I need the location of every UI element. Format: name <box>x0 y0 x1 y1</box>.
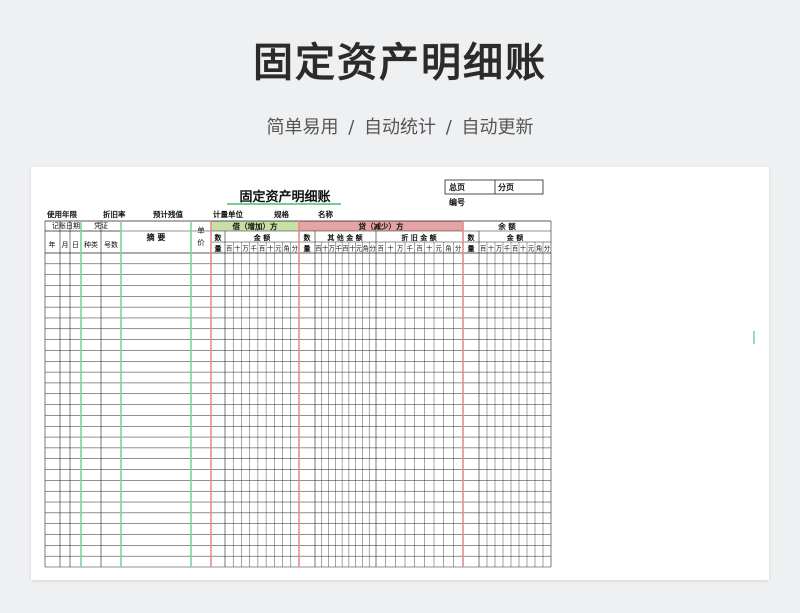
kind-header: 种类 <box>84 240 98 249</box>
digit-label: 十 <box>349 244 355 253</box>
digit-label: 十 <box>267 244 273 253</box>
digit-label: 分 <box>292 244 299 253</box>
digit-label: 百 <box>416 245 422 253</box>
info-field-3: 计量单位 <box>213 209 243 219</box>
balance-amount-header: 金 额 <box>506 233 523 242</box>
summary-header: 摘 要 <box>147 232 166 242</box>
debit-header: 借（增加）方 <box>232 221 278 231</box>
digit-label: 十 <box>234 244 240 253</box>
digit-label: 分 <box>369 244 376 253</box>
info-field-5: 名称 <box>318 209 333 219</box>
credit-header: 贷（减少）方 <box>359 221 404 231</box>
digit-label: 百 <box>342 245 348 253</box>
page-title: 固定资产明细账 <box>253 40 547 86</box>
balance-qty-header: 数 <box>468 233 476 242</box>
credit-qty-header: 量 <box>304 244 311 253</box>
digit-label: 分 <box>455 244 462 253</box>
other-amount-header: 其 他 金 额 <box>327 233 362 242</box>
sub-pages-label: 分页 <box>498 182 514 192</box>
ledger-sheet: 固定资产明细账 总页 分页编号使用年限 折旧率 预计残值 计量单位 规格 名称记账日期 凭证年月… <box>31 167 769 580</box>
digit-label: 千 <box>336 244 342 253</box>
unit-price-header: 价 <box>197 238 205 247</box>
digit-label: 千 <box>407 244 413 253</box>
digit-label: 角 <box>445 244 451 253</box>
digit-label: 十 <box>322 244 328 253</box>
digit-label: 百 <box>512 245 518 253</box>
unit-price-header: 单 <box>197 225 205 235</box>
digit-label: 分 <box>544 244 551 253</box>
record-date-header: 记账日期 <box>52 221 80 230</box>
digit-label: 角 <box>284 244 290 253</box>
digit-label: 万 <box>496 245 502 253</box>
digit-label: 角 <box>536 244 542 253</box>
ledger-title: 固定资产明细账 <box>239 189 330 205</box>
debit-amount-header: 金 额 <box>253 233 270 242</box>
page-subtitle: 简单易用 / 自动统计 / 自动更新 <box>266 117 534 138</box>
digit-label: 万 <box>397 245 403 253</box>
depreciation-amount-header: 折 旧 金 额 <box>401 233 436 242</box>
digit-label: 十 <box>488 244 494 253</box>
digit-label: 百 <box>315 245 321 253</box>
debit-qty-header: 量 <box>215 244 222 253</box>
digit-label: 千 <box>251 244 257 253</box>
year-header: 年 <box>49 240 56 249</box>
digit-label: 元 <box>436 245 443 253</box>
digit-label: 万 <box>329 245 335 253</box>
digit-label: 十 <box>426 244 432 253</box>
balance-qty-header: 量 <box>468 244 475 253</box>
info-field-0: 使用年限 <box>46 209 77 219</box>
info-field-1: 折旧率 <box>103 209 126 219</box>
digit-label: 百 <box>226 245 232 253</box>
balance-header: 余 额 <box>497 221 516 231</box>
digit-label: 百 <box>259 245 265 253</box>
digit-label: 百 <box>480 245 486 253</box>
digit-label: 千 <box>504 244 510 253</box>
info-field-2: 预计残值 <box>153 209 183 219</box>
digit-label: 元 <box>275 245 282 253</box>
month-header: 月 <box>62 241 69 249</box>
day-header: 日 <box>72 241 79 249</box>
info-field-4: 规格 <box>274 209 289 219</box>
digit-label: 万 <box>242 245 248 253</box>
number-header: 号数 <box>104 240 118 249</box>
digit-label: 百 <box>378 245 384 253</box>
ledger-grid: 固定资产明细账 总页 分页编号使用年限 折旧率 预计残值 计量单位 规格 名称记账日期 凭证年月… <box>44 179 755 568</box>
digit-label: 十 <box>387 244 393 253</box>
voucher-header: 凭证 <box>94 221 108 230</box>
digit-label: 角 <box>363 244 369 253</box>
credit-qty-header: 数 <box>304 233 312 242</box>
digit-label: 十 <box>520 244 526 253</box>
number-label: 编号 <box>449 197 465 207</box>
debit-qty-header: 数 <box>215 233 223 242</box>
digit-label: 元 <box>528 245 535 253</box>
total-pages-label: 总页 <box>449 182 465 192</box>
